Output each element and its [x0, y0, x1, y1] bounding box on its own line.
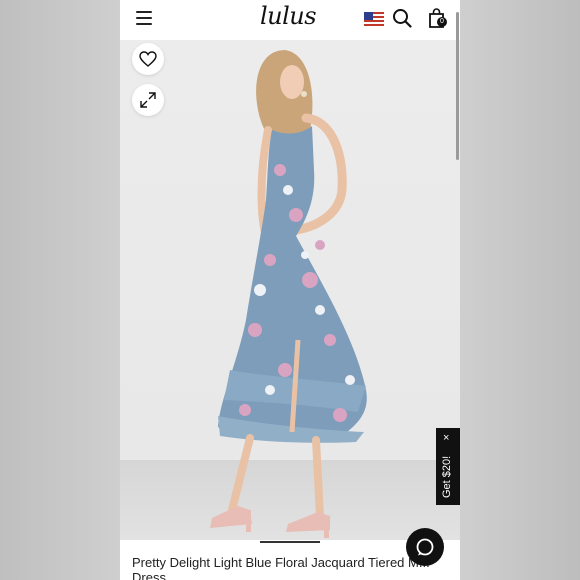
model-illustration: [210, 50, 367, 538]
chat-bubble-icon: [416, 538, 434, 556]
search-icon[interactable]: [392, 8, 412, 28]
left-backdrop: [0, 0, 120, 580]
expand-icon: [140, 92, 156, 108]
lulus-logo[interactable]: lulus: [260, 2, 317, 30]
site-header: lulus 0: [120, 0, 460, 40]
promo-label[interactable]: Get $20!: [441, 456, 453, 498]
heart-icon: [139, 51, 157, 67]
hamburger-menu-icon[interactable]: [136, 11, 152, 25]
expand-image-button[interactable]: [132, 84, 164, 116]
scrollbar[interactable]: [456, 12, 459, 160]
product-title: Pretty Delight Light Blue Floral Jacquar…: [132, 555, 430, 580]
product-photo[interactable]: [120, 40, 460, 540]
promo-close-icon[interactable]: ×: [443, 433, 449, 444]
mobile-screen: lulus 0 × Get $20! Pretty Delight Light …: [120, 0, 460, 580]
favorite-button[interactable]: [132, 43, 164, 75]
chat-button[interactable]: [406, 528, 444, 566]
promo-tab[interactable]: × Get $20!: [436, 428, 460, 505]
cart-count-badge: 0: [437, 17, 447, 27]
us-flag-icon[interactable]: [364, 12, 384, 26]
right-backdrop: [460, 0, 580, 580]
